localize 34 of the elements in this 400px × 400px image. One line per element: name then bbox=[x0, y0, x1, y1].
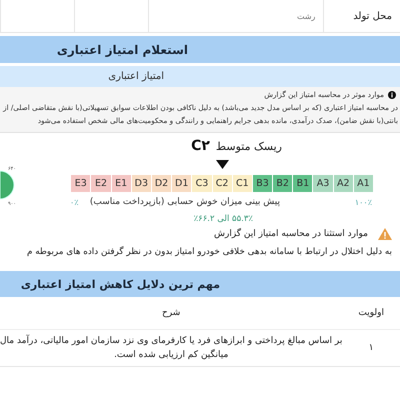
info-icon bbox=[388, 90, 396, 98]
grade-cell: E2 bbox=[91, 175, 111, 192]
grade-cell: C3 bbox=[192, 175, 212, 192]
table-cell: ۱ bbox=[368, 343, 374, 353]
warning-title: موارد استثنا در محاسبه امتیاز این گزارش bbox=[214, 229, 368, 239]
scale-caption: پیش بینی میزان خوش حسابی (بازپرداخت مناسب) bbox=[90, 197, 280, 207]
warning-text: به دلیل اختلال در ارتباط با سامانه بدهی خلافی خودرو امتیاز بدون در نظر گرفتن داده های مربوطه م bbox=[26, 247, 392, 257]
grade-cell: C1 bbox=[232, 175, 252, 192]
column-header: اولویت bbox=[358, 308, 384, 318]
section-header: امتیاز اعتباری bbox=[0, 66, 400, 87]
warning-icon bbox=[378, 228, 392, 240]
grade-cell: A3 bbox=[313, 175, 333, 192]
grade-cell: E3 bbox=[71, 175, 90, 192]
section-header: مهم ترین دلایل کاهش امتیاز اعتباری bbox=[0, 271, 400, 297]
field-value: رشت bbox=[296, 12, 316, 20]
grade-cell: D1 bbox=[172, 175, 192, 192]
table-cell: بر اساس مبالغ پرداختی و ابرازهای فرد یا کارفرمای وی نزد سازمان امور مالیاتی، درآمد مال bbox=[0, 334, 342, 348]
field-label: محل تولد bbox=[353, 10, 392, 22]
column-header: شرح bbox=[162, 308, 180, 318]
grade-cell: A2 bbox=[334, 175, 353, 192]
table-cell-text: میانگین کم ارزیابی شده است. bbox=[113, 348, 230, 362]
section-header: استعلام امتیاز اعتباری bbox=[0, 36, 400, 63]
range-text: ۵۵.۳٪ الی ۶۶.۲٪ bbox=[194, 214, 253, 224]
risk-grade: C۲ bbox=[191, 138, 210, 154]
percent-label: ۰٪ bbox=[70, 198, 79, 207]
grade-cell: E1 bbox=[112, 175, 131, 192]
percent-label: ۱۰۰٪ bbox=[354, 198, 372, 207]
grade-cell: B3 bbox=[252, 175, 272, 192]
grade-cell: B2 bbox=[273, 175, 292, 192]
grade-cell: B1 bbox=[293, 175, 312, 192]
grade-cell: D2 bbox=[152, 175, 172, 192]
risk-label: ریسک متوسط bbox=[216, 140, 282, 153]
grade-cell: A1 bbox=[354, 175, 373, 192]
grade-cell: D3 bbox=[132, 175, 151, 192]
